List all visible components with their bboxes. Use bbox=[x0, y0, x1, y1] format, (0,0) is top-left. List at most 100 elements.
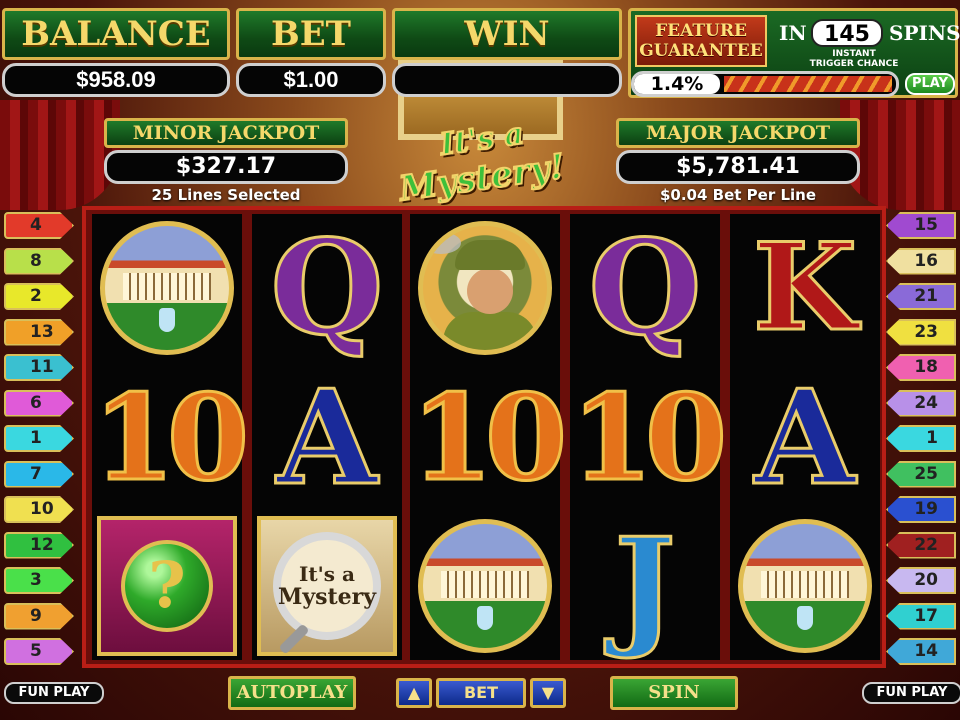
bet-meter: BET $1.00 bbox=[236, 8, 386, 98]
mystery-orb-symbol-icon: ? bbox=[97, 516, 237, 656]
symbol-q: Q bbox=[269, 211, 385, 364]
reel-symbol bbox=[92, 214, 242, 362]
minor-jackpot: MINOR JACKPOT $327.17 25 Lines Selected bbox=[104, 118, 348, 204]
instant-trigger-line2: TRIGGER CHANCE bbox=[809, 59, 899, 69]
reel-3: 10 bbox=[409, 214, 569, 660]
symbol-j: J bbox=[613, 509, 677, 662]
reel-symbol: A bbox=[252, 364, 402, 512]
payline-badge-right[interactable]: 16 bbox=[886, 247, 956, 275]
symbol-10: 10 bbox=[569, 368, 728, 507]
scatter-text-line2: Mystery bbox=[277, 584, 377, 610]
major-jackpot-title: MAJOR JACKPOT bbox=[616, 118, 860, 148]
payline-badge-left[interactable]: 1 bbox=[4, 425, 74, 452]
payline-badge-right[interactable]: 17 bbox=[886, 602, 956, 630]
payline-badge-right[interactable]: 19 bbox=[886, 496, 956, 523]
payline-badge-left[interactable]: 9 bbox=[4, 602, 74, 630]
magnifier-scatter-icon: It's a Mystery bbox=[257, 516, 397, 656]
payline-badge-left[interactable]: 5 bbox=[4, 638, 74, 665]
reel-2: Q A It's a Mystery bbox=[252, 214, 402, 660]
balance-meter: BALANCE $958.09 bbox=[2, 8, 230, 98]
reel-symbol bbox=[730, 512, 880, 660]
payline-badge-right[interactable]: 15 bbox=[886, 212, 956, 239]
win-meter: WIN bbox=[392, 8, 622, 98]
payline-badge-left[interactable]: 12 bbox=[4, 531, 74, 559]
reel-symbol: A bbox=[730, 364, 880, 512]
bet-up-button[interactable]: ▲ bbox=[396, 678, 432, 708]
payline-badge-left[interactable]: 13 bbox=[4, 318, 74, 346]
reel-symbol: Q bbox=[252, 214, 402, 362]
payline-badge-left[interactable]: 4 bbox=[4, 212, 74, 239]
symbol-q: Q bbox=[587, 211, 703, 364]
fun-play-right-button[interactable]: FUN PLAY bbox=[862, 682, 960, 704]
symbol-k: K bbox=[751, 217, 858, 358]
trigger-chance-bar: 1.4% bbox=[631, 71, 899, 97]
feature-in-label: IN bbox=[779, 21, 807, 45]
lines-selected-text: 25 Lines Selected bbox=[151, 186, 301, 204]
payline-badge-left[interactable]: 7 bbox=[4, 460, 74, 488]
payline-badge-right[interactable]: 23 bbox=[886, 318, 956, 346]
reel-5: KA bbox=[730, 214, 880, 660]
reel-symbol: Q bbox=[570, 214, 720, 362]
payline-badge-right[interactable]: 14 bbox=[886, 638, 956, 665]
trigger-chance-value: 1.4% bbox=[634, 74, 720, 94]
payline-badge-left[interactable]: 10 bbox=[4, 496, 74, 523]
symbol-a: A bbox=[753, 361, 857, 514]
feature-guarantee-line1: FEATURE bbox=[655, 21, 747, 41]
win-label: WIN bbox=[392, 8, 622, 60]
minor-jackpot-title: MINOR JACKPOT bbox=[104, 118, 348, 148]
feature-play-button[interactable]: PLAY bbox=[905, 73, 955, 95]
mansion-symbol-icon bbox=[738, 519, 872, 653]
game-logo: It's a Mystery! bbox=[396, 115, 568, 210]
reel-symbol bbox=[410, 214, 560, 362]
major-jackpot: MAJOR JACKPOT $5,781.41 $0.04 Bet Per Li… bbox=[616, 118, 860, 204]
mansion-symbol-icon bbox=[100, 221, 234, 355]
bet-value: $1.00 bbox=[236, 63, 386, 97]
payline-badge-right[interactable]: 1 bbox=[886, 425, 956, 452]
reel-symbol: ? bbox=[92, 512, 242, 660]
minor-jackpot-value: $327.17 bbox=[104, 150, 348, 184]
payline-badge-right[interactable]: 22 bbox=[886, 531, 956, 559]
payline-badge-left[interactable]: 3 bbox=[4, 567, 74, 594]
reel-symbol: 10 bbox=[569, 364, 728, 512]
payline-badge-left[interactable]: 6 bbox=[4, 389, 74, 417]
reel-4: Q 10 J bbox=[569, 214, 729, 660]
fun-play-left-button[interactable]: FUN PLAY bbox=[4, 682, 104, 704]
mansion-symbol-icon bbox=[418, 519, 552, 653]
feature-guarantee-line2: GUARANTEE bbox=[639, 41, 763, 61]
autoplay-button[interactable]: AUTOPLAY bbox=[228, 676, 356, 710]
reel-symbol: J bbox=[570, 512, 720, 660]
payline-badge-right[interactable]: 21 bbox=[886, 283, 956, 310]
feature-spins-count: 145 bbox=[811, 19, 883, 47]
instant-trigger-label: INSTANT TRIGGER CHANCE bbox=[809, 49, 899, 69]
detective-symbol-icon bbox=[418, 221, 552, 355]
bet-down-button[interactable]: ▼ bbox=[530, 678, 566, 708]
bet-button[interactable]: BET bbox=[436, 678, 526, 708]
payline-badge-right[interactable]: 18 bbox=[886, 354, 956, 381]
spin-button[interactable]: SPIN bbox=[610, 676, 738, 710]
balance-label: BALANCE bbox=[2, 8, 230, 60]
scatter-text-line1: It's a bbox=[299, 562, 355, 586]
feature-spins-label: SPINS bbox=[889, 21, 960, 45]
reel-symbol bbox=[410, 512, 560, 660]
trigger-arrows-icon bbox=[724, 76, 892, 92]
win-value bbox=[392, 63, 622, 97]
reel-symbol: 10 bbox=[91, 364, 250, 512]
reel-1: 10? bbox=[91, 214, 251, 660]
payline-badge-right[interactable]: 25 bbox=[886, 460, 956, 488]
major-jackpot-value: $5,781.41 bbox=[616, 150, 860, 184]
feature-guarantee-badge: FEATURE GUARANTEE bbox=[635, 15, 767, 67]
bet-per-line-text: $0.04 Bet Per Line bbox=[659, 186, 816, 204]
payline-badge-right[interactable]: 24 bbox=[886, 389, 956, 417]
bet-label: BET bbox=[236, 8, 386, 60]
instant-trigger-line1: INSTANT bbox=[832, 49, 876, 59]
feature-guarantee-panel: FEATURE GUARANTEE IN 145 SPINS INSTANT T… bbox=[628, 8, 960, 98]
reel-symbol: K bbox=[730, 214, 880, 362]
payline-badge-left[interactable]: 11 bbox=[4, 354, 74, 381]
reel-symbol: 10 bbox=[409, 364, 568, 512]
symbol-10: 10 bbox=[409, 368, 568, 507]
balance-value: $958.09 bbox=[2, 63, 230, 97]
payline-badge-right[interactable]: 20 bbox=[886, 567, 956, 594]
symbol-10: 10 bbox=[91, 368, 250, 507]
payline-badge-left[interactable]: 8 bbox=[4, 247, 74, 275]
payline-badge-left[interactable]: 2 bbox=[4, 283, 74, 310]
